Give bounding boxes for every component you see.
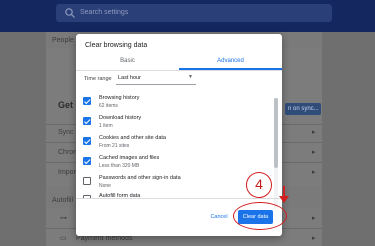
option-cached-images[interactable]: Cached images and files Less than 320 MB [83,154,268,174]
option-title: Browsing history [99,95,140,101]
row-import[interactable]: Import [58,168,78,177]
dialog-title: Clear browsing data [85,42,148,49]
options-scrollbar[interactable] [274,98,278,208]
option-title: Download history [99,115,142,121]
option-subtitle: Less than 320 MB [99,163,140,169]
checkbox-checked[interactable] [83,157,91,165]
search-icon [65,8,75,18]
key-icon: ⊶ [60,215,67,222]
cancel-button[interactable]: Cancel [207,211,231,223]
time-range-label: Time range [84,76,112,82]
row-arrow-icon: ▸ [312,129,316,136]
option-subtitle: 1 item [99,123,113,129]
option-passwords[interactable]: Passwords and other sign-in data None [83,174,268,194]
tab-basic[interactable]: Basic [76,56,179,70]
row-arrow-icon: ▸ [312,149,316,156]
turn-on-sync-button[interactable]: n on sync... [285,103,321,115]
dropdown-caret-icon: ▼ [188,74,193,80]
people-section-heading: People [52,37,74,44]
option-subtitle: From 21 sites [99,143,130,149]
autofill-section-heading: Autofill [52,197,74,204]
checkbox-checked[interactable] [83,117,91,125]
footer-divider [76,198,282,199]
step-number-badge: 4 [246,172,272,198]
option-title: Cached images and files [99,155,160,161]
settings-left-gutter [0,32,46,246]
checkbox-checked[interactable] [83,137,91,145]
option-download-history[interactable]: Download history 1 item [83,114,268,134]
annotation-arrow-down-icon [279,196,289,203]
settings-search-bar[interactable]: Search settings [56,4,332,22]
option-browsing-history[interactable]: Browsing history 62 items [83,94,268,114]
settings-right-gutter [322,32,375,246]
tabs-divider [76,70,282,71]
option-title: Cookies and other site data [99,135,166,141]
checkbox-checked[interactable] [83,97,91,105]
credit-card-icon: ▭ [60,235,67,242]
option-title: Passwords and other sign-in data [99,175,181,181]
option-subtitle: 62 items [99,103,118,109]
row-arrow-icon: ▸ [312,169,316,176]
option-cookies[interactable]: Cookies and other site data From 21 site… [83,134,268,154]
dialog-tabs: Basic Advanced [76,56,282,70]
search-placeholder: Search settings [80,9,129,16]
checkbox-unchecked[interactable] [83,177,91,185]
settings-toolbar: Search settings [0,0,375,32]
scrollbar-thumb[interactable] [274,98,278,168]
row-arrow-icon: ▸ [312,215,316,222]
annotation-highlight-ellipse [233,202,287,230]
row-arrow-icon: ▸ [312,235,316,242]
option-subtitle: None [99,183,111,189]
time-range-select[interactable]: Last hour ▼ [116,72,196,85]
time-range-value: Last hour [118,75,141,81]
